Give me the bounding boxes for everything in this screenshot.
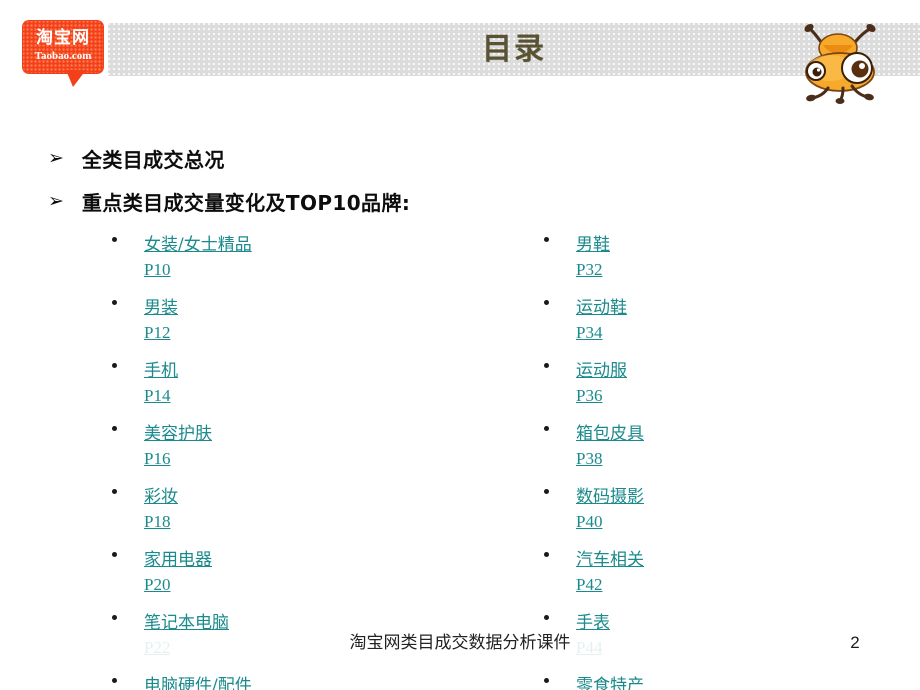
category-link[interactable]: 家用电器: [144, 547, 212, 573]
category-page-link[interactable]: P20: [144, 573, 448, 597]
category-column-left: 女装/女士精品 P10 男装 P12 手机 P14 美容护肤 P16 彩妆 P1…: [108, 232, 448, 690]
dot-bullet-icon: [544, 363, 549, 368]
list-item: 男鞋 P32: [540, 232, 880, 282]
category-link[interactable]: 男鞋: [576, 232, 610, 258]
category-page-link[interactable]: P18: [144, 510, 448, 534]
dot-bullet-icon: [544, 300, 549, 305]
category-page-link[interactable]: P38: [576, 447, 880, 471]
logo-english-text: Taobao.com: [34, 50, 92, 62]
category-link[interactable]: 运动鞋: [576, 295, 627, 321]
arrow-bullet-icon: ➢: [48, 147, 64, 169]
category-page-link[interactable]: P34: [576, 321, 880, 345]
list-item: 箱包皮具 P38: [540, 421, 880, 471]
category-link[interactable]: 汽车相关: [576, 547, 644, 573]
category-page-link[interactable]: P14: [144, 384, 448, 408]
dot-bullet-icon: [544, 678, 549, 683]
category-page-link[interactable]: P10: [144, 258, 448, 282]
dot-bullet-icon: [112, 489, 117, 494]
list-item: 女装/女士精品 P10: [108, 232, 448, 282]
dot-bullet-icon: [112, 363, 117, 368]
page-number: 2: [850, 633, 860, 652]
dot-bullet-icon: [544, 237, 549, 242]
list-item: 家用电器 P20: [108, 547, 448, 597]
category-link[interactable]: 男装: [144, 295, 178, 321]
list-item: 手机 P14: [108, 358, 448, 408]
list-item: 汽车相关 P42: [540, 547, 880, 597]
heading-row-1: ➢ 全类目成交总况: [48, 144, 225, 173]
logo-chinese-text: 淘宝网: [36, 28, 90, 48]
heading-text-2: 重点类目成交量变化及TOP10品牌:: [81, 191, 411, 215]
list-item: 运动鞋 P34: [540, 295, 880, 345]
list-item: 零食特产: [540, 673, 880, 690]
category-link[interactable]: 彩妆: [144, 484, 178, 510]
dot-bullet-icon: [112, 615, 117, 620]
category-page-link[interactable]: P32: [576, 258, 880, 282]
dot-bullet-icon: [112, 426, 117, 431]
category-page-link[interactable]: P16: [144, 447, 448, 471]
category-link[interactable]: 女装/女士精品: [144, 232, 252, 258]
list-item: 运动服 P36: [540, 358, 880, 408]
list-item: 彩妆 P18: [108, 484, 448, 534]
list-item: 美容护肤 P16: [108, 421, 448, 471]
dot-bullet-icon: [544, 615, 549, 620]
list-item: 电脑硬件/配件: [108, 673, 448, 690]
slide-canvas: 淘宝网 Taobao.com 目录 ➢ 全类目成交总况 ➢ 重点类目成交量变化及…: [0, 0, 920, 690]
category-link[interactable]: 箱包皮具: [576, 421, 644, 447]
dot-bullet-icon: [112, 237, 117, 242]
dot-bullet-icon: [544, 426, 549, 431]
heading-row-2: ➢ 重点类目成交量变化及TOP10品牌:: [48, 187, 410, 216]
category-link[interactable]: 零食特产: [576, 673, 644, 690]
category-link[interactable]: 美容护肤: [144, 421, 212, 447]
heading-text-1: 全类目成交总况: [81, 148, 225, 172]
category-link[interactable]: 数码摄影: [576, 484, 644, 510]
category-column-right: 男鞋 P32 运动鞋 P34 运动服 P36 箱包皮具 P38 数码摄影 P40…: [540, 232, 880, 690]
category-link[interactable]: 运动服: [576, 358, 627, 384]
footer-caption: 淘宝网类目成交数据分析课件: [0, 631, 920, 655]
dot-bullet-icon: [544, 489, 549, 494]
dot-bullet-icon: [112, 552, 117, 557]
category-page-link[interactable]: P42: [576, 573, 880, 597]
category-page-link[interactable]: P36: [576, 384, 880, 408]
logo-bubble-tail: [66, 70, 86, 87]
dot-bullet-icon: [112, 678, 117, 683]
dot-bullet-icon: [112, 300, 117, 305]
category-page-link[interactable]: P12: [144, 321, 448, 345]
list-item: 男装 P12: [108, 295, 448, 345]
arrow-bullet-icon: ➢: [48, 190, 64, 212]
dot-bullet-icon: [544, 552, 549, 557]
list-item: 数码摄影 P40: [540, 484, 880, 534]
ant-mascot-icon: [788, 18, 896, 106]
category-link[interactable]: 电脑硬件/配件: [144, 673, 252, 690]
taobao-logo[interactable]: 淘宝网 Taobao.com: [22, 20, 104, 87]
category-link[interactable]: 手机: [144, 358, 178, 384]
category-page-link[interactable]: P40: [576, 510, 880, 534]
